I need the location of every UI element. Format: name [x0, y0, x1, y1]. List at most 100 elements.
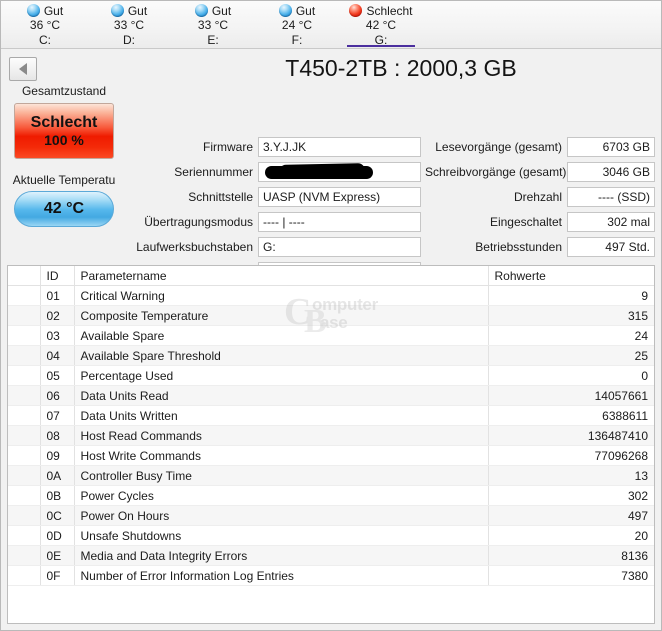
blue-orb-icon [194, 4, 208, 17]
smart-attributes-panel[interactable]: ID Parametername Rohwerte 01 Critical War… [7, 265, 655, 624]
row-id: 07 [40, 405, 75, 426]
blue-orb-icon [26, 4, 40, 17]
serial-number-value[interactable] [258, 162, 421, 182]
info-field-label: Laufwerksbuchstaben [136, 240, 253, 254]
info-field-label: Firmware [203, 140, 253, 154]
drive-tab-bar: Gut 36 °C C: Gut 33 °C D: Gut 33 °C E: Gut 24 °C F:… [1, 1, 661, 48]
info-field-value[interactable]: 6703 GB [567, 137, 655, 157]
tab-status-label: Gut [43, 3, 64, 18]
row-raw-value: 24 [488, 325, 654, 346]
smart-attributes-table: ID Parametername Rohwerte 01 Critical War… [8, 266, 654, 586]
column-header-raw[interactable]: Rohwerte [488, 266, 654, 286]
info-field-value[interactable]: UASP (NVM Express) [258, 187, 421, 207]
blue-orb-icon [17, 390, 31, 404]
info-field: Eingeschaltet 302 mal [425, 212, 655, 232]
row-id: 0F [40, 565, 75, 586]
table-row[interactable]: 0C Power On Hours 497 [8, 505, 654, 526]
row-raw-value: 9 [488, 285, 654, 306]
table-row[interactable]: 01 Critical Warning 9 [8, 285, 654, 306]
info-field-value[interactable]: 497 Std. [567, 237, 655, 257]
column-header-icon[interactable] [8, 266, 41, 286]
table-row[interactable]: 08 Host Read Commands 136487410 [8, 425, 654, 446]
info-field-value[interactable]: ---- (SSD) [567, 187, 655, 207]
table-row[interactable]: 04 Available Spare Threshold 25 [8, 345, 654, 366]
row-parameter-name: Controller Busy Time [74, 465, 489, 486]
row-parameter-name: Media and Data Integrity Errors [74, 545, 489, 566]
table-row[interactable]: 02 Composite Temperature 315 [8, 305, 654, 326]
row-status-cell [8, 325, 41, 346]
info-field-value[interactable]: 3.Y.J.JK [258, 137, 421, 157]
health-label: Gesamtzustand [21, 84, 107, 98]
row-status-cell [8, 345, 41, 366]
row-status-cell [8, 485, 41, 506]
table-row[interactable]: 0B Power Cycles 302 [8, 485, 654, 506]
row-parameter-name: Composite Temperature [74, 305, 489, 326]
column-header-id[interactable]: ID [40, 266, 75, 286]
redaction-bar [265, 166, 373, 179]
row-parameter-name: Unsafe Shutdowns [74, 525, 489, 546]
tab-temperature: 36 °C [29, 18, 61, 32]
row-parameter-name: Number of Error Information Log Entries [74, 565, 489, 586]
tab-status-label: Gut [295, 3, 316, 18]
health-column: Gesamtzustand Schlecht 100 % Aktuelle Te… [1, 84, 127, 227]
info-field: Schreibvorgänge (gesamt) 3046 GB [425, 162, 655, 182]
table-row[interactable]: 0A Controller Busy Time 13 [8, 465, 654, 486]
table-row[interactable]: 0D Unsafe Shutdowns 20 [8, 525, 654, 546]
row-parameter-name: Data Units Written [74, 405, 489, 426]
drive-tab-f[interactable]: Gut 24 °C F: [255, 1, 339, 47]
health-status-box[interactable]: Schlecht 100 % [14, 103, 114, 159]
row-id: 0A [40, 465, 75, 486]
row-raw-value: 136487410 [488, 425, 654, 446]
info-field-label: Lesevorgänge (gesamt) [435, 140, 562, 154]
info-field: Lesevorgänge (gesamt) 6703 GB [425, 137, 655, 157]
table-row[interactable]: 0E Media and Data Integrity Errors 8136 [8, 545, 654, 566]
info-fields-right: Lesevorgänge (gesamt) 6703 GB Schreibvorgä… [425, 137, 655, 262]
info-field-value[interactable]: 3046 GB [567, 162, 655, 182]
tab-temperature: 42 °C [365, 18, 397, 32]
drive-tab-g[interactable]: Schlecht 42 °C G: [339, 1, 423, 47]
table-row[interactable]: 09 Host Write Commands 77096268 [8, 445, 654, 466]
temperature-badge[interactable]: 42 °C [14, 191, 114, 227]
blue-orb-icon [278, 4, 292, 17]
row-status-cell [8, 505, 41, 526]
temperature-value: 42 °C [43, 200, 85, 217]
row-id: 0C [40, 505, 75, 526]
row-raw-value: 497 [488, 505, 654, 526]
info-field-label: Drehzahl [513, 190, 562, 204]
back-arrow-icon [19, 63, 27, 75]
row-id: 04 [40, 345, 75, 366]
row-id: 03 [40, 325, 75, 346]
info-field-value[interactable]: ---- | ---- [258, 212, 421, 232]
health-percent: 100 % [44, 132, 84, 148]
table-row[interactable]: 06 Data Units Read 14057661 [8, 385, 654, 406]
tab-temperature: 33 °C [197, 18, 229, 32]
tab-status-row: Schlecht [349, 3, 413, 18]
tab-temperature: 24 °C [281, 18, 313, 32]
table-row[interactable]: 0F Number of Error Information Log Entrie… [8, 565, 654, 586]
row-status-cell [8, 405, 41, 426]
tab-active-underline [263, 45, 331, 47]
tab-status-row: Gut [26, 3, 64, 18]
row-status-cell [8, 425, 41, 446]
row-id: 01 [40, 285, 75, 306]
drive-tab-d[interactable]: Gut 33 °C D: [87, 1, 171, 47]
back-arrow-button[interactable] [9, 57, 37, 81]
drive-tab-c[interactable]: Gut 36 °C C: [3, 1, 87, 47]
info-field-value[interactable]: 302 mal [567, 212, 655, 232]
blue-orb-icon [17, 310, 31, 324]
info-field-value[interactable]: G: [258, 237, 421, 257]
row-parameter-name: Host Read Commands [74, 425, 489, 446]
row-raw-value: 14057661 [488, 385, 654, 406]
drive-tab-e[interactable]: Gut 33 °C E: [171, 1, 255, 47]
table-row[interactable]: 07 Data Units Written 6388611 [8, 405, 654, 426]
info-field: Betriebsstunden 497 Std. [425, 237, 655, 257]
tab-status-row: Gut [278, 3, 316, 18]
red-orb-icon [349, 4, 363, 17]
info-field: Drehzahl ---- (SSD) [425, 187, 655, 207]
column-header-name[interactable]: Parametername [74, 266, 489, 286]
row-raw-value: 13 [488, 465, 654, 486]
table-row[interactable]: 05 Percentage Used 0 [8, 365, 654, 386]
blue-orb-icon [17, 350, 31, 364]
table-row[interactable]: 03 Available Spare 24 [8, 325, 654, 346]
blue-orb-icon [17, 410, 31, 424]
